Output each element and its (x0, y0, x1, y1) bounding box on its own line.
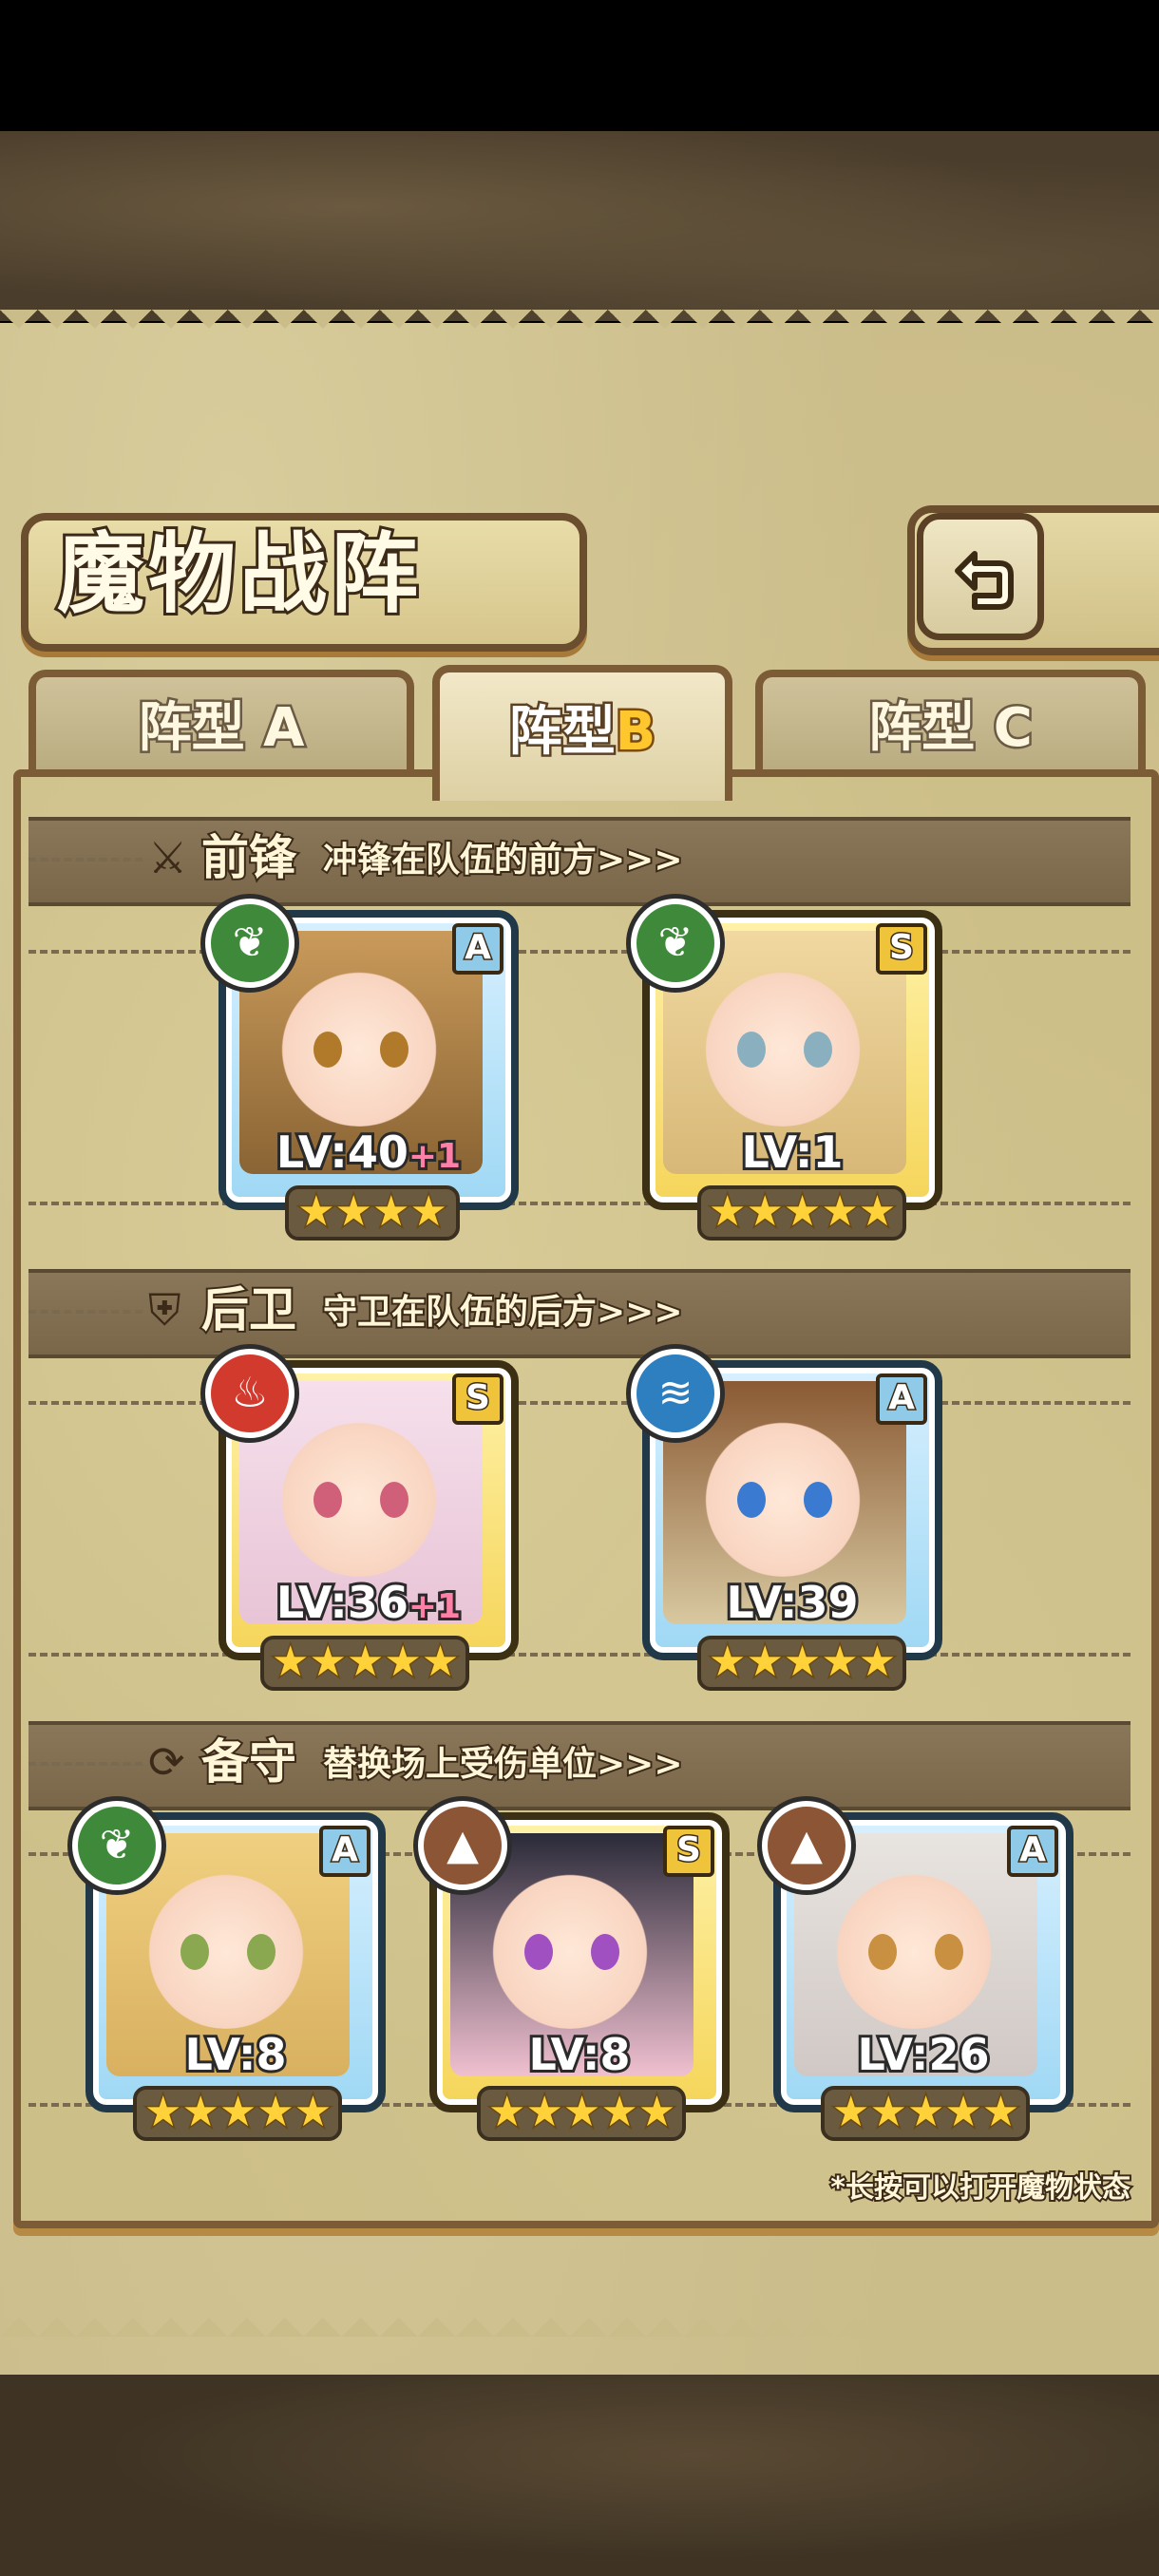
tab-formation-a[interactable]: 阵型 A (28, 670, 414, 780)
level-text: LV:8 (182, 2026, 290, 2083)
long-press-hint: *长按可以打开魔物状态 (828, 2169, 1132, 2207)
star-rating: ★★★★★ (260, 1636, 469, 1691)
unit-eye (868, 1934, 897, 1970)
unit-face (484, 1858, 656, 2029)
unit-level: LV:36+1 (226, 1574, 511, 1631)
unit-eye (737, 1032, 766, 1068)
level-text: LV:40 (274, 1124, 411, 1181)
unit-level: LV:8 (437, 2026, 722, 2083)
divider (28, 1202, 1130, 1205)
star-rating: ★★★★★ (477, 2086, 686, 2141)
tab-label: 阵型 (136, 695, 247, 762)
star-rating: ★★★★ (285, 1185, 460, 1241)
rank-badge: A (452, 923, 504, 975)
refresh-icon: ⟳ (148, 1736, 185, 1788)
unit-eye (524, 1934, 553, 1970)
back-button[interactable] (917, 513, 1044, 640)
level-bonus: +1 (406, 1584, 464, 1629)
rank-badge: S (452, 1373, 504, 1425)
unit-eye (314, 1032, 342, 1068)
status-bar-area (0, 0, 1159, 131)
divider (28, 950, 1130, 954)
water-element-icon: ≋ (631, 1349, 720, 1438)
divider (28, 1762, 142, 1766)
tab-label: 阵型 (866, 695, 978, 762)
unit-eye (737, 1482, 766, 1518)
unit-face (274, 956, 445, 1127)
rank-badge: A (876, 1373, 927, 1425)
back-arrow-icon (955, 551, 1014, 610)
unit-eye (247, 1934, 276, 1970)
unit-eye (591, 1934, 619, 1970)
star-rating: ★★★★★ (821, 2086, 1030, 2141)
unit-level: LV:39 (650, 1574, 935, 1631)
sword-icon: ⚔ (148, 832, 188, 883)
tab-label: 阵型 (506, 699, 618, 766)
star-rating: ★★★★★ (697, 1636, 906, 1691)
rank-badge: S (663, 1826, 714, 1877)
unit-eye (314, 1482, 342, 1518)
section-reserve-subtitle: 替换场上受伤单位>>> (321, 1743, 684, 1786)
level-text: LV:36 (274, 1574, 411, 1631)
panel-zigzag-top (0, 310, 1159, 348)
tab-letter: B (613, 699, 658, 766)
unit-face (697, 956, 868, 1127)
shield-icon: ⛨ (148, 1284, 181, 1335)
panel-zigzag-bottom (0, 2299, 1159, 2337)
level-text: LV:8 (526, 2026, 634, 2083)
earth-element-icon: ▲ (762, 1801, 851, 1890)
unit-face (274, 1406, 445, 1577)
map-background-bottom (0, 2375, 1159, 2576)
level-bonus: +1 (406, 1134, 464, 1179)
unit-eye (804, 1032, 832, 1068)
star-rating: ★★★★★ (697, 1185, 906, 1241)
tab-formation-b[interactable]: 阵型B (432, 665, 732, 801)
unit-eye (804, 1482, 832, 1518)
unit-level: LV:8 (93, 2026, 378, 2083)
unit-face (828, 1858, 999, 2029)
unit-level: LV:40+1 (226, 1124, 511, 1181)
section-front-title: 前锋 (200, 828, 298, 887)
star-rating: ★★★★★ (133, 2086, 342, 2141)
grass-element-icon: ❦ (631, 899, 720, 988)
unit-eye (380, 1482, 408, 1518)
unit-level: LV:26 (781, 2026, 1066, 2083)
rank-badge: A (319, 1826, 370, 1877)
level-text: LV:39 (724, 1574, 862, 1631)
grass-element-icon: ❦ (205, 899, 294, 988)
unit-level: LV:1 (650, 1124, 935, 1181)
divider (28, 1310, 142, 1314)
section-back-subtitle: 守卫在队伍的后方>>> (321, 1291, 684, 1334)
unit-eye (380, 1032, 408, 1068)
unit-face (141, 1858, 312, 2029)
map-background-top (0, 131, 1159, 321)
fire-element-icon: ♨ (205, 1349, 294, 1438)
unit-eye (180, 1934, 209, 1970)
section-back-title: 后卫 (200, 1280, 298, 1339)
grass-element-icon: ❦ (72, 1801, 162, 1890)
level-text: LV:26 (855, 2026, 993, 2083)
page-title: 魔物战阵 (54, 521, 423, 628)
tab-letter: C (991, 695, 1035, 762)
divider (28, 1653, 1130, 1657)
unit-eye (935, 1934, 963, 1970)
section-reserve-title: 备守 (200, 1733, 298, 1791)
divider (28, 858, 142, 862)
rank-badge: S (876, 923, 927, 975)
divider (28, 1401, 1130, 1405)
earth-element-icon: ▲ (418, 1801, 507, 1890)
tab-formation-c[interactable]: 阵型 C (755, 670, 1146, 780)
tab-letter: A (261, 695, 307, 762)
unit-face (697, 1406, 868, 1577)
level-text: LV:1 (739, 1124, 846, 1181)
section-front-subtitle: 冲锋在队伍的前方>>> (321, 839, 684, 881)
rank-badge: A (1007, 1826, 1058, 1877)
